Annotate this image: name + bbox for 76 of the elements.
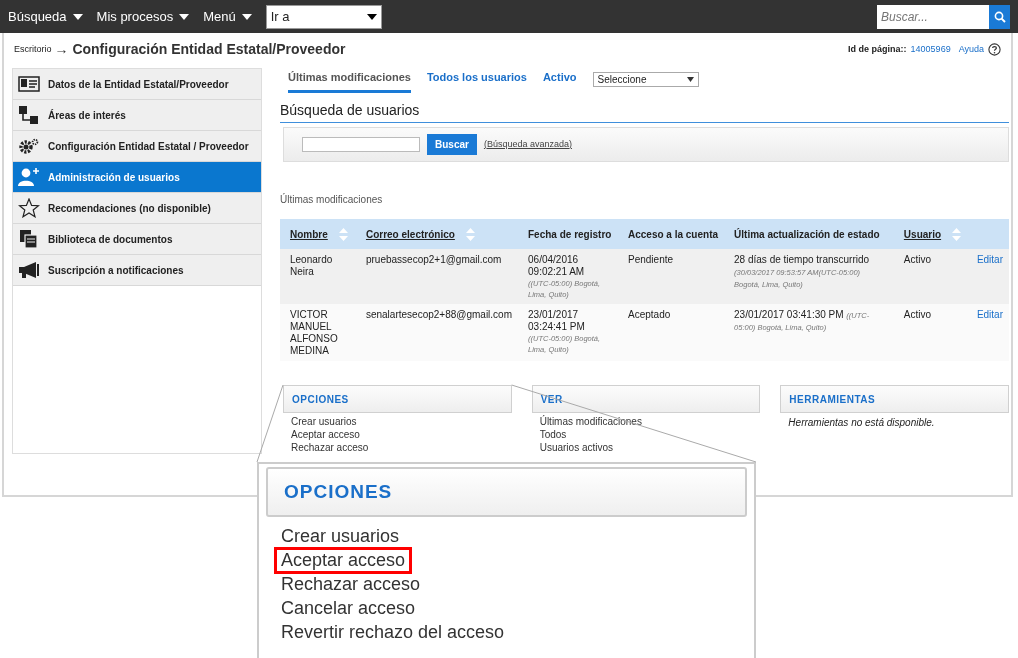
- search-field[interactable]: [302, 137, 420, 152]
- hierarchy-icon: [18, 105, 40, 125]
- tab[interactable]: Todos los usuarios: [426, 65, 527, 93]
- column-header: Última actualización de estado: [734, 228, 880, 240]
- filter-dropdown[interactable]: Seleccione: [592, 71, 699, 87]
- panel-link[interactable]: Todos: [531, 428, 761, 441]
- sidebar-item[interactable]: Administración de usuarios: [13, 162, 261, 193]
- sort-icon: [465, 228, 475, 242]
- menu-button[interactable]: Menú: [203, 6, 252, 27]
- search-icon: [993, 10, 1006, 23]
- table-cell: Leonardo Neira: [290, 254, 333, 277]
- goto-dropdown[interactable]: Ir a: [265, 4, 382, 29]
- sidebar-item[interactable]: Datos de la Entidad Estatal/Proveedor: [13, 69, 261, 100]
- megaphone-icon: [18, 261, 40, 279]
- search-button[interactable]: Buscar: [427, 134, 477, 155]
- tab[interactable]: Activo: [542, 65, 577, 93]
- sidebar-item[interactable]: Biblioteca de documentos: [13, 224, 261, 255]
- user-add-icon: [18, 167, 40, 187]
- panel-link[interactable]: Rechazar acceso: [283, 441, 512, 454]
- table-cell: senalartesecop2+88@gmail.com: [365, 309, 512, 320]
- column-header: Fecha de registro: [528, 228, 612, 240]
- table-cell: 23/01/2017 03:24:41 PM: [528, 309, 585, 332]
- tab[interactable]: Últimas modificaciones: [288, 65, 411, 93]
- sidebar-item[interactable]: Suscripción a notificaciones: [13, 255, 261, 286]
- sidebar-item[interactable]: Configuración Entidad Estatal / Proveedor: [13, 131, 261, 162]
- panel-link[interactable]: Crear usuarios: [274, 523, 407, 550]
- table-cell: 06/04/2016 09:02:21 AM: [528, 254, 585, 277]
- sort-icon: [338, 228, 348, 242]
- page-id-label: Id de página::: [848, 42, 907, 56]
- sidebar-item[interactable]: Áreas de interés: [13, 100, 261, 131]
- caret-icon: [241, 13, 252, 20]
- star-icon: [18, 198, 40, 218]
- panel-link[interactable]: Aceptar acceso: [274, 547, 413, 574]
- table-cell: Activo: [903, 254, 932, 265]
- id-card-icon: [18, 76, 40, 92]
- menu-button[interactable]: Búsqueda: [8, 6, 83, 27]
- column-header: Acceso a la cuenta: [628, 228, 719, 240]
- caret-icon: [686, 76, 694, 82]
- caret-icon: [366, 13, 377, 20]
- table-cell: Activo: [903, 309, 932, 320]
- caret-icon: [72, 13, 83, 20]
- panel-header: OPCIONES: [266, 467, 747, 517]
- table-cell: Aceptado: [628, 309, 671, 320]
- help-icon: [988, 43, 1001, 56]
- panel-link[interactable]: Últimas modificaciones: [531, 415, 761, 428]
- page-title: → Configuración Entidad Estatal/Proveedor: [54, 40, 346, 59]
- advanced-search-link[interactable]: (Búsqueda avanzada): [483, 137, 572, 152]
- sidebar-item[interactable]: Recomendaciones (no disponible): [13, 193, 261, 224]
- panel-link[interactable]: Aceptar acceso: [283, 428, 512, 441]
- panel-note: Herramientas no está disponible.: [787, 416, 936, 430]
- table-cell: Pendiente: [628, 254, 674, 265]
- column-header[interactable]: Nombre: [290, 228, 328, 240]
- table-cell: VICTOR MANUEL ALFONSO MEDINA: [290, 309, 338, 356]
- search-field[interactable]: Buscar...: [877, 4, 989, 29]
- breadcrumb-link[interactable]: Escritorio: [14, 42, 52, 57]
- panel-header: OPCIONES: [283, 385, 512, 413]
- panel-header: HERRAMIENTAS: [780, 385, 1009, 413]
- panel-link[interactable]: Rechazar acceso: [274, 571, 428, 598]
- table-cell: pruebassecop2+1@gmail.com: [365, 254, 502, 265]
- search-button[interactable]: [989, 4, 1010, 29]
- edit-link[interactable]: Editar: [976, 309, 1003, 320]
- sort-icon: [951, 228, 961, 242]
- panel-header: VER: [531, 385, 761, 413]
- panel-link[interactable]: Cancelar acceso: [274, 595, 423, 622]
- gears-icon: [18, 138, 40, 154]
- help-link[interactable]: Ayuda: [958, 42, 984, 57]
- panel-link[interactable]: Usuarios activos: [531, 441, 761, 454]
- table-caption: Últimas modificaciones: [280, 192, 384, 207]
- section-title: Búsqueda de usuarios: [280, 100, 1009, 123]
- caret-icon: [179, 13, 190, 20]
- page-id-value: 14005969: [910, 42, 951, 56]
- menu-button[interactable]: Mis procesos: [96, 6, 190, 27]
- panel-link[interactable]: Revertir rechazo del acceso: [274, 619, 512, 646]
- edit-link[interactable]: Editar: [976, 254, 1003, 265]
- panel-link[interactable]: Crear usuarios: [283, 415, 512, 428]
- documents-icon: [18, 229, 40, 249]
